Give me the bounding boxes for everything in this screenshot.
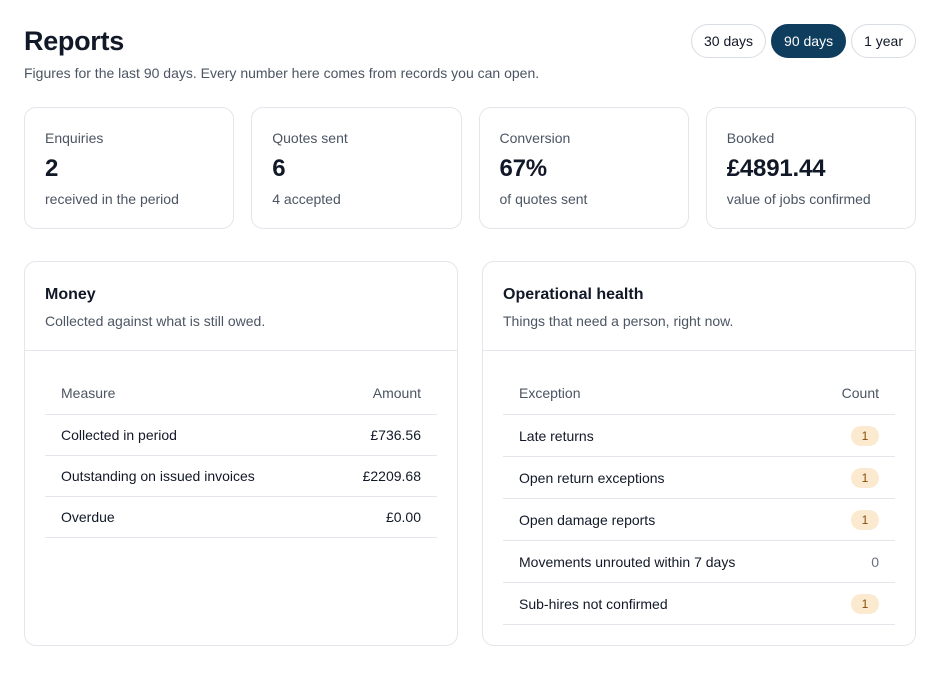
amount-cell: £0.00 bbox=[385, 509, 421, 525]
money-panel-subtitle: Collected against what is still owed. bbox=[45, 313, 266, 329]
summary-stats: Enquiries 2 received in the period Quote… bbox=[24, 107, 916, 229]
range-1-year-button[interactable]: 1 year bbox=[851, 24, 916, 58]
ops-panel-title: Operational health bbox=[503, 286, 644, 303]
range-90-days-button[interactable]: 90 days bbox=[771, 24, 847, 58]
money-panel: Money Collected against what is still ow… bbox=[24, 261, 458, 646]
stat-card-booked: Booked £4891.44 value of jobs confirmed bbox=[705, 107, 916, 229]
exception-cell: Movements unrouted within 7 days bbox=[519, 553, 736, 570]
column-header-amount: Amount bbox=[372, 384, 421, 401]
exception-cell: Open damage reports bbox=[519, 511, 656, 528]
operational-health-panel: Operational health Things that need a pe… bbox=[482, 261, 916, 646]
column-header-exception: Exception bbox=[519, 384, 581, 401]
measure-cell: Collected in period bbox=[61, 427, 177, 443]
date-range-selector: 30 days 90 days 1 year bbox=[690, 24, 916, 58]
measure-cell: Overdue bbox=[61, 509, 115, 525]
stat-value: £4891.44 bbox=[726, 155, 826, 182]
table-row[interactable]: Open damage reports 1 bbox=[503, 499, 895, 541]
stat-note: value of jobs confirmed bbox=[726, 191, 871, 207]
stat-card-conversion: Conversion 67% of quotes sent bbox=[478, 107, 689, 229]
stat-label: Conversion bbox=[499, 130, 571, 146]
stat-note: 4 accepted bbox=[272, 191, 341, 207]
measure-cell: Outstanding on issued invoices bbox=[61, 468, 255, 484]
stat-note: of quotes sent bbox=[499, 191, 588, 207]
stat-value: 2 bbox=[45, 155, 59, 182]
table-row[interactable]: Open return exceptions 1 bbox=[503, 457, 895, 499]
money-table-header: Measure Amount bbox=[45, 371, 437, 415]
stat-card-enquiries: Enquiries 2 received in the period bbox=[24, 107, 235, 229]
count-value: 0 bbox=[871, 553, 879, 570]
stat-card-quotes-sent: Quotes sent 6 4 accepted bbox=[251, 107, 462, 229]
money-panel-title: Money bbox=[45, 286, 96, 303]
count-badge: 1 bbox=[851, 593, 879, 614]
ops-panel-header: Operational health Things that need a pe… bbox=[483, 262, 915, 351]
count-badge: 1 bbox=[851, 425, 879, 446]
amount-cell: £736.56 bbox=[370, 427, 421, 443]
exception-cell: Open return exceptions bbox=[519, 469, 665, 486]
stat-label: Enquiries bbox=[45, 130, 104, 146]
table-row[interactable]: Sub-hires not confirmed 1 bbox=[503, 583, 895, 625]
column-header-measure: Measure bbox=[61, 384, 116, 401]
stat-label: Quotes sent bbox=[272, 130, 348, 146]
exceptions-table-header: Exception Count bbox=[503, 371, 895, 415]
column-header-count: Count bbox=[841, 384, 879, 401]
stat-value: 6 bbox=[272, 155, 286, 182]
exceptions-table: Exception Count Late returns 1 Open retu… bbox=[503, 371, 895, 625]
stat-label: Booked bbox=[726, 130, 775, 146]
stat-note: received in the period bbox=[45, 191, 179, 207]
exception-cell: Late returns bbox=[519, 427, 594, 444]
range-30-days-button[interactable]: 30 days bbox=[690, 24, 767, 58]
page-header: Reports Figures for the last 90 days. Ev… bbox=[24, 24, 916, 84]
table-row[interactable]: Late returns 1 bbox=[503, 415, 895, 457]
money-panel-header: Money Collected against what is still ow… bbox=[25, 262, 457, 351]
money-table: Measure Amount Collected in period £736.… bbox=[45, 371, 437, 538]
ops-panel-subtitle: Things that need a person, right now. bbox=[503, 313, 734, 329]
stat-value: 67% bbox=[499, 155, 548, 182]
amount-cell: £2209.68 bbox=[362, 468, 421, 484]
count-badge: 1 bbox=[851, 467, 879, 488]
table-row[interactable]: Collected in period £736.56 bbox=[45, 415, 437, 456]
table-row[interactable]: Movements unrouted within 7 days 0 bbox=[503, 541, 895, 583]
table-row[interactable]: Overdue £0.00 bbox=[45, 497, 437, 538]
exception-cell: Sub-hires not confirmed bbox=[519, 595, 668, 612]
page-subtitle: Figures for the last 90 days. Every numb… bbox=[24, 65, 540, 81]
page-title: Reports bbox=[24, 26, 124, 56]
table-row[interactable]: Outstanding on issued invoices £2209.68 bbox=[45, 456, 437, 497]
count-badge: 1 bbox=[851, 509, 879, 530]
